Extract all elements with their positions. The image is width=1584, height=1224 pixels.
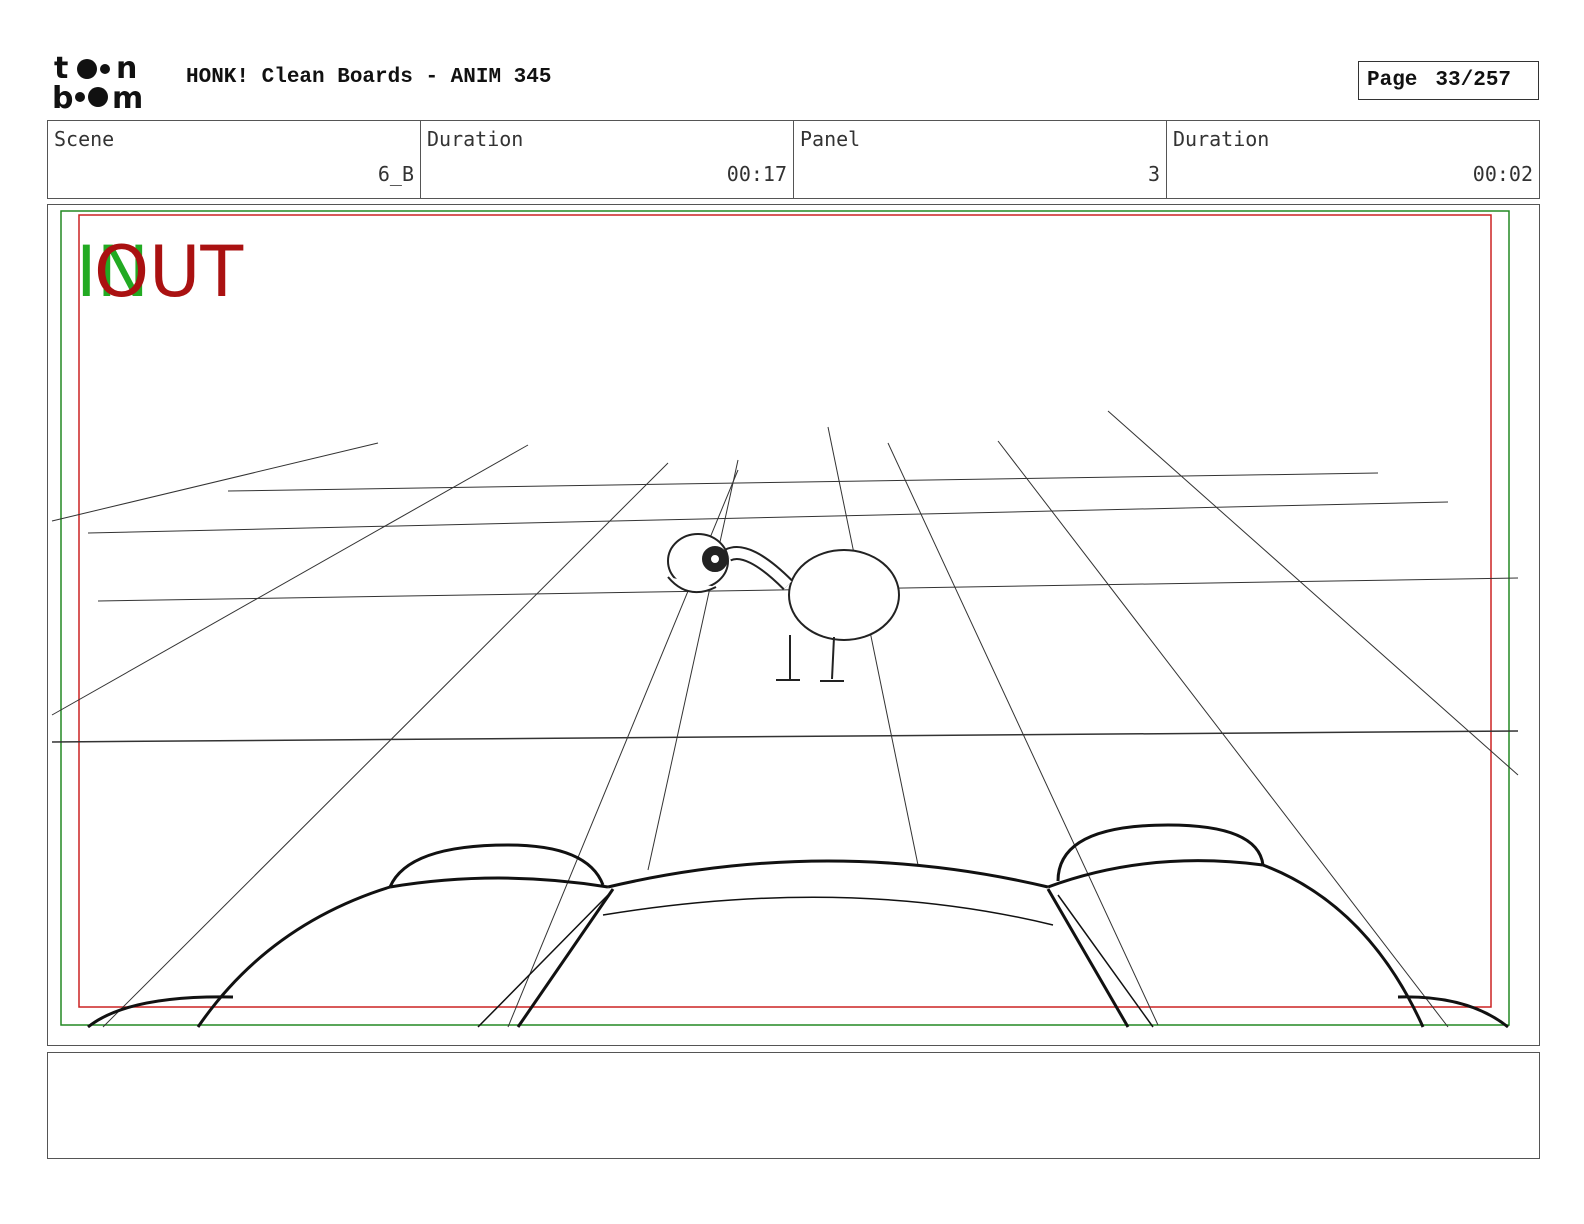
goose-drawing [667, 533, 900, 682]
panel-value: 3 [1147, 162, 1160, 186]
panel-duration-label: Duration [1173, 127, 1270, 151]
scene-label: Scene [54, 127, 115, 151]
toon-boom-logo: t n b m [52, 51, 143, 112]
transition-out-label: OUT [94, 231, 244, 313]
panel-duration-cell: Duration 00:02 [1167, 121, 1539, 198]
panel-drawing [51, 210, 1519, 1029]
floor-grid [51, 410, 1519, 1028]
panel-notes [47, 1052, 1540, 1159]
scene-cell: Scene 6_B [48, 121, 421, 198]
panel-cell: Panel 3 [794, 121, 1167, 198]
scene-duration-cell: Duration 00:17 [421, 121, 794, 198]
page-number: 33/257 [1435, 69, 1512, 92]
storyboard-panel: IN OUT [47, 204, 1540, 1046]
scene-duration-label: Duration [427, 127, 524, 151]
page-indicator: Page 33/257 [1358, 61, 1539, 100]
safe-frame [78, 214, 1492, 1008]
scene-value: 6_B [377, 162, 414, 186]
svg-text:m: m [112, 81, 143, 112]
camera-frame [60, 210, 1510, 1026]
document-title: HONK! Clean Boards - ANIM 345 [186, 66, 552, 89]
svg-text:b: b [52, 81, 73, 112]
scene-duration-value: 00:17 [726, 162, 787, 186]
car-hood-drawing [87, 823, 1509, 1029]
panel-label: Panel [800, 127, 861, 151]
page-label: Page [1367, 69, 1418, 92]
panel-duration-value: 00:02 [1472, 162, 1533, 186]
panel-info-row: Scene 6_B Duration 00:17 Panel 3 Duratio… [47, 120, 1540, 199]
